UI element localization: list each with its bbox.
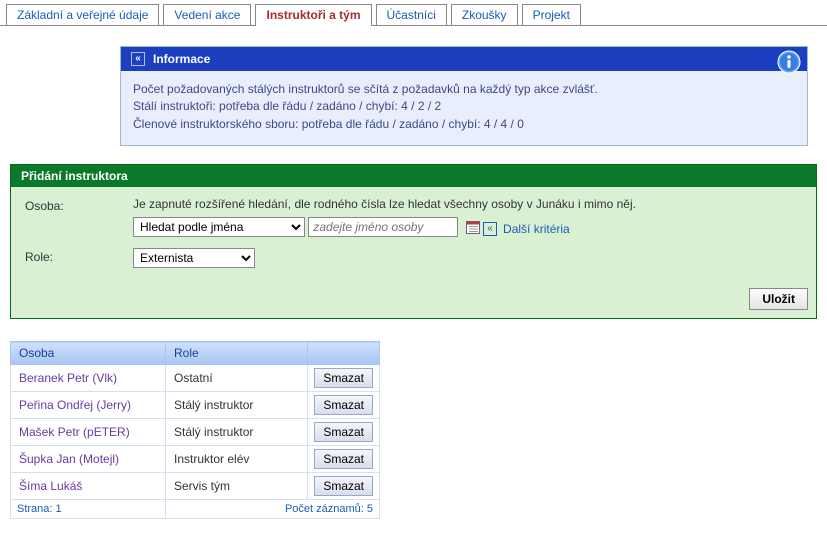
table-row: Beranek Petr (Vlk) Ostatní Smazat bbox=[11, 365, 380, 392]
table-row: Šíma Lukáš Servis tým Smazat bbox=[11, 473, 380, 500]
collapse-icon[interactable]: « bbox=[131, 52, 145, 66]
col-person[interactable]: Osoba bbox=[11, 342, 166, 365]
info-body: Počet požadovaných stálých instruktorů s… bbox=[121, 71, 807, 145]
search-hint: Je zapnuté rozšířené hledání, dle rodnéh… bbox=[133, 197, 802, 211]
tab-management[interactable]: Vedení akce bbox=[163, 4, 251, 25]
role-cell: Instruktor elév bbox=[166, 446, 308, 473]
save-button[interactable]: Uložit bbox=[749, 288, 808, 310]
more-criteria-label: Další kritéria bbox=[503, 222, 570, 236]
person-link[interactable]: Šupka Jan (Motejl) bbox=[11, 446, 166, 473]
page-indicator: Strana: 1 bbox=[11, 500, 166, 519]
delete-button[interactable]: Smazat bbox=[314, 422, 373, 442]
tabs-bar: Základní a veřejné údaje Vedení akce Ins… bbox=[0, 0, 827, 26]
table-row: Peřina Ondřej (Jerry) Stálý instruktor S… bbox=[11, 392, 380, 419]
info-icon bbox=[777, 50, 801, 74]
search-mode-select[interactable]: Hledat podle jména bbox=[133, 217, 305, 237]
delete-button[interactable]: Smazat bbox=[314, 368, 373, 388]
table-row: Šupka Jan (Motejl) Instruktor elév Smaza… bbox=[11, 446, 380, 473]
tab-project[interactable]: Projekt bbox=[522, 4, 581, 25]
delete-button[interactable]: Smazat bbox=[314, 395, 373, 415]
role-cell: Servis tým bbox=[166, 473, 308, 500]
role-cell: Stálý instruktor bbox=[166, 392, 308, 419]
role-select[interactable]: Externista bbox=[133, 248, 255, 268]
info-line3: Členové instruktorského sboru: potřeba d… bbox=[133, 116, 795, 133]
tab-basic[interactable]: Základní a veřejné údaje bbox=[6, 4, 159, 25]
info-title: Informace bbox=[153, 52, 210, 66]
person-link[interactable]: Šíma Lukáš bbox=[11, 473, 166, 500]
role-label: Role: bbox=[25, 248, 133, 268]
person-link[interactable]: Peřina Ondřej (Jerry) bbox=[11, 392, 166, 419]
col-actions bbox=[308, 342, 380, 365]
expand-icon: « bbox=[483, 222, 497, 236]
table-row: Mašek Petr (pETER) Stálý instruktor Smaz… bbox=[11, 419, 380, 446]
instructors-table: Osoba Role Beranek Petr (Vlk) Ostatní Sm… bbox=[10, 341, 380, 519]
record-count: Počet záznamů: 5 bbox=[166, 500, 380, 519]
person-link[interactable]: Mašek Petr (pETER) bbox=[11, 419, 166, 446]
more-criteria-toggle[interactable]: « Další kritéria bbox=[483, 222, 570, 236]
info-line2: Stálí instruktoři: potřeba dle řádu / za… bbox=[133, 98, 795, 115]
delete-button[interactable]: Smazat bbox=[314, 476, 373, 496]
role-cell: Ostatní bbox=[166, 365, 308, 392]
delete-button[interactable]: Smazat bbox=[314, 449, 373, 469]
role-cell: Stálý instruktor bbox=[166, 419, 308, 446]
person-search-input[interactable] bbox=[308, 217, 458, 237]
person-link[interactable]: Beranek Petr (Vlk) bbox=[11, 365, 166, 392]
tab-instructors[interactable]: Instruktoři a tým bbox=[255, 4, 371, 26]
col-role[interactable]: Role bbox=[166, 342, 308, 365]
tab-exams[interactable]: Zkoušky bbox=[451, 4, 518, 25]
tab-participants[interactable]: Účastníci bbox=[376, 4, 447, 25]
info-panel: « Informace Počet požadovaných stálých i… bbox=[120, 46, 808, 146]
info-line1: Počet požadovaných stálých instruktorů s… bbox=[133, 81, 795, 98]
info-header: « Informace bbox=[121, 47, 807, 71]
add-instructor-panel: Přidání instruktora Osoba: Je zapnuté ro… bbox=[10, 164, 817, 319]
add-instructor-header: Přidání instruktora bbox=[11, 165, 816, 187]
calendar-icon[interactable] bbox=[466, 220, 480, 237]
person-label: Osoba: bbox=[25, 197, 133, 242]
